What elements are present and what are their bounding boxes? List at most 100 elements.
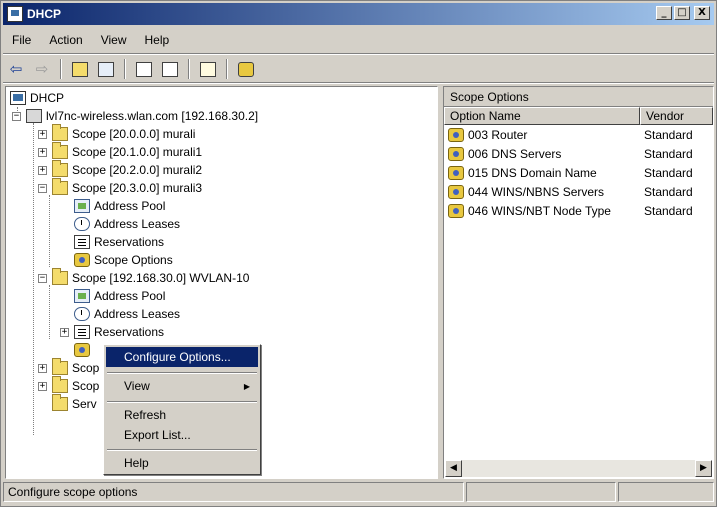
menu-item-view[interactable]: View ▶ (106, 376, 258, 396)
export-list-icon[interactable] (159, 58, 181, 80)
tree-node-reservations[interactable]: Reservations (74, 233, 164, 251)
tree-label: Scop (72, 361, 100, 375)
tree-label: Address Pool (94, 289, 166, 303)
status-text: Configure scope options (3, 482, 464, 502)
option-name: 006 DNS Servers (468, 146, 562, 161)
menu-view[interactable]: View (92, 31, 136, 49)
menu-bar: File Action View Help (3, 29, 178, 51)
expand-toggle[interactable]: + (60, 327, 69, 337)
toolbar-separator (60, 59, 62, 79)
menu-separator (107, 372, 257, 374)
list-item[interactable]: 044 WINS/NBNS Servers Standard (444, 182, 713, 201)
scroll-track[interactable] (462, 460, 695, 477)
list-item[interactable]: 003 Router Standard (444, 125, 713, 144)
toolbar-separator (124, 59, 126, 79)
tree-node-address-leases[interactable]: Address Leases (74, 215, 180, 233)
tree-node-address-pool[interactable]: Address Pool (74, 197, 165, 215)
close-button[interactable]: X (694, 6, 710, 20)
list-item[interactable]: 046 WINS/NBT Node Type Standard (444, 201, 713, 220)
tree-label: Scope Options (94, 253, 173, 267)
show-hide-tree-icon[interactable] (95, 58, 117, 80)
minimize-button[interactable]: _ (656, 6, 672, 20)
tree-node-scope-20-0[interactable]: + Scope [20.0.0.0] murali (38, 124, 195, 143)
details-pane-title: Scope Options (444, 87, 713, 107)
scroll-left-icon[interactable]: ◀ (445, 460, 462, 477)
option-icon (448, 184, 464, 199)
folder-icon (52, 178, 68, 195)
menu-divider (3, 53, 714, 55)
option-vendor: Standard (644, 184, 693, 199)
tree-label: Reservations (94, 325, 165, 339)
maximize-button[interactable]: □ (674, 6, 690, 20)
column-header-vendor[interactable]: Vendor (640, 107, 713, 125)
menu-file[interactable]: File (3, 31, 40, 49)
tree-node-scope-192-168[interactable]: − Scope [192.168.30.0] WVLAN-10 (38, 268, 250, 287)
tree-label: Address Pool (94, 199, 166, 213)
address-pool-icon (74, 289, 90, 303)
tree-node-address-pool-2[interactable]: Address Pool (74, 287, 165, 305)
menu-action[interactable]: Action (40, 31, 91, 49)
dhcp-app-icon (7, 6, 23, 22)
tree-label: Scope [20.3.0.0] murali3 (72, 181, 203, 195)
tree-node-scope-20-1[interactable]: + Scope [20.1.0.0] murali1 (38, 142, 203, 161)
reservations-icon (74, 325, 90, 339)
menu-help[interactable]: Help (136, 31, 179, 49)
tree-label: Scope [20.1.0.0] murali1 (72, 145, 203, 159)
option-icon (448, 203, 464, 218)
refresh-icon[interactable] (133, 58, 155, 80)
toolbar: ⇦ ⇨ (5, 57, 257, 81)
column-header-option-name[interactable]: Option Name (444, 107, 640, 125)
back-arrow-icon[interactable]: ⇦ (5, 58, 27, 80)
list-item[interactable]: 015 DNS Domain Name Standard (444, 163, 713, 182)
status-bar: Configure scope options (3, 482, 714, 504)
tree-node-reservations-2[interactable]: + Reservations (60, 323, 164, 341)
option-vendor: Standard (644, 146, 693, 161)
menu-item-export-list[interactable]: Export List... (106, 425, 258, 445)
menu-item-refresh[interactable]: Refresh (106, 405, 258, 425)
option-vendor: Standard (644, 203, 693, 218)
collapse-toggle[interactable]: − (12, 111, 21, 121)
menu-item-help[interactable]: Help (106, 453, 258, 473)
tree-node-scope-20-3[interactable]: − Scope [20.3.0.0] murali3 (38, 178, 203, 197)
scope-options-icon (74, 253, 90, 267)
option-name: 046 WINS/NBT Node Type (468, 203, 611, 218)
expand-toggle[interactable]: + (38, 363, 47, 373)
reservations-icon (74, 235, 90, 249)
expand-toggle[interactable]: + (38, 129, 47, 139)
expand-toggle[interactable]: + (38, 381, 47, 391)
caption-buttons: _ □ X (656, 6, 710, 20)
collapse-toggle[interactable]: − (38, 273, 47, 283)
toolbar-divider (3, 82, 714, 84)
tree-label: lvl7nc-wireless.wlan.com [192.168.30.2] (46, 109, 259, 123)
list-item[interactable]: 006 DNS Servers Standard (444, 144, 713, 163)
expand-toggle[interactable]: + (38, 147, 47, 157)
tree-node-server[interactable]: − lvl7nc-wireless.wlan.com [192.168.30.2… (12, 107, 258, 125)
horizontal-scrollbar[interactable]: ◀ ▶ (445, 460, 712, 477)
scroll-right-icon[interactable]: ▶ (695, 460, 712, 477)
title-bar[interactable]: DHCP _ □ X (3, 3, 714, 25)
details-pane: Scope Options Option Name Vendor 003 Rou… (443, 86, 714, 479)
tree-node-server-options[interactable]: Serv (52, 394, 97, 413)
server-icon (26, 109, 42, 123)
tree-node-scope-5[interactable]: + Scop (38, 358, 100, 377)
tree-node-scope-20-2[interactable]: + Scope [20.2.0.0] murali2 (38, 160, 202, 179)
up-folder-icon[interactable] (69, 58, 91, 80)
option-name: 003 Router (468, 127, 528, 142)
help-icon[interactable] (197, 58, 219, 80)
address-leases-icon (74, 217, 90, 231)
folder-icon (52, 358, 68, 375)
tree-node-address-leases-2[interactable]: Address Leases (74, 305, 180, 323)
tree-node-dhcp-root[interactable]: DHCP (10, 89, 64, 107)
forward-arrow-icon[interactable]: ⇨ (31, 58, 53, 80)
menu-item-configure-options[interactable]: Configure Options... (106, 347, 258, 367)
configure-options-icon[interactable] (235, 58, 257, 80)
menu-separator (107, 449, 257, 451)
folder-icon (52, 376, 68, 393)
address-pool-icon (74, 199, 90, 213)
tree-node-scope-options[interactable]: Scope Options (74, 251, 173, 269)
tree-node-scope-6[interactable]: + Scop (38, 376, 99, 395)
expand-toggle[interactable]: + (38, 165, 47, 175)
tree-node-scope-options-2[interactable] (74, 341, 94, 359)
tree-label: Scope [192.168.30.0] WVLAN-10 (72, 271, 250, 285)
collapse-toggle[interactable]: − (38, 183, 47, 193)
